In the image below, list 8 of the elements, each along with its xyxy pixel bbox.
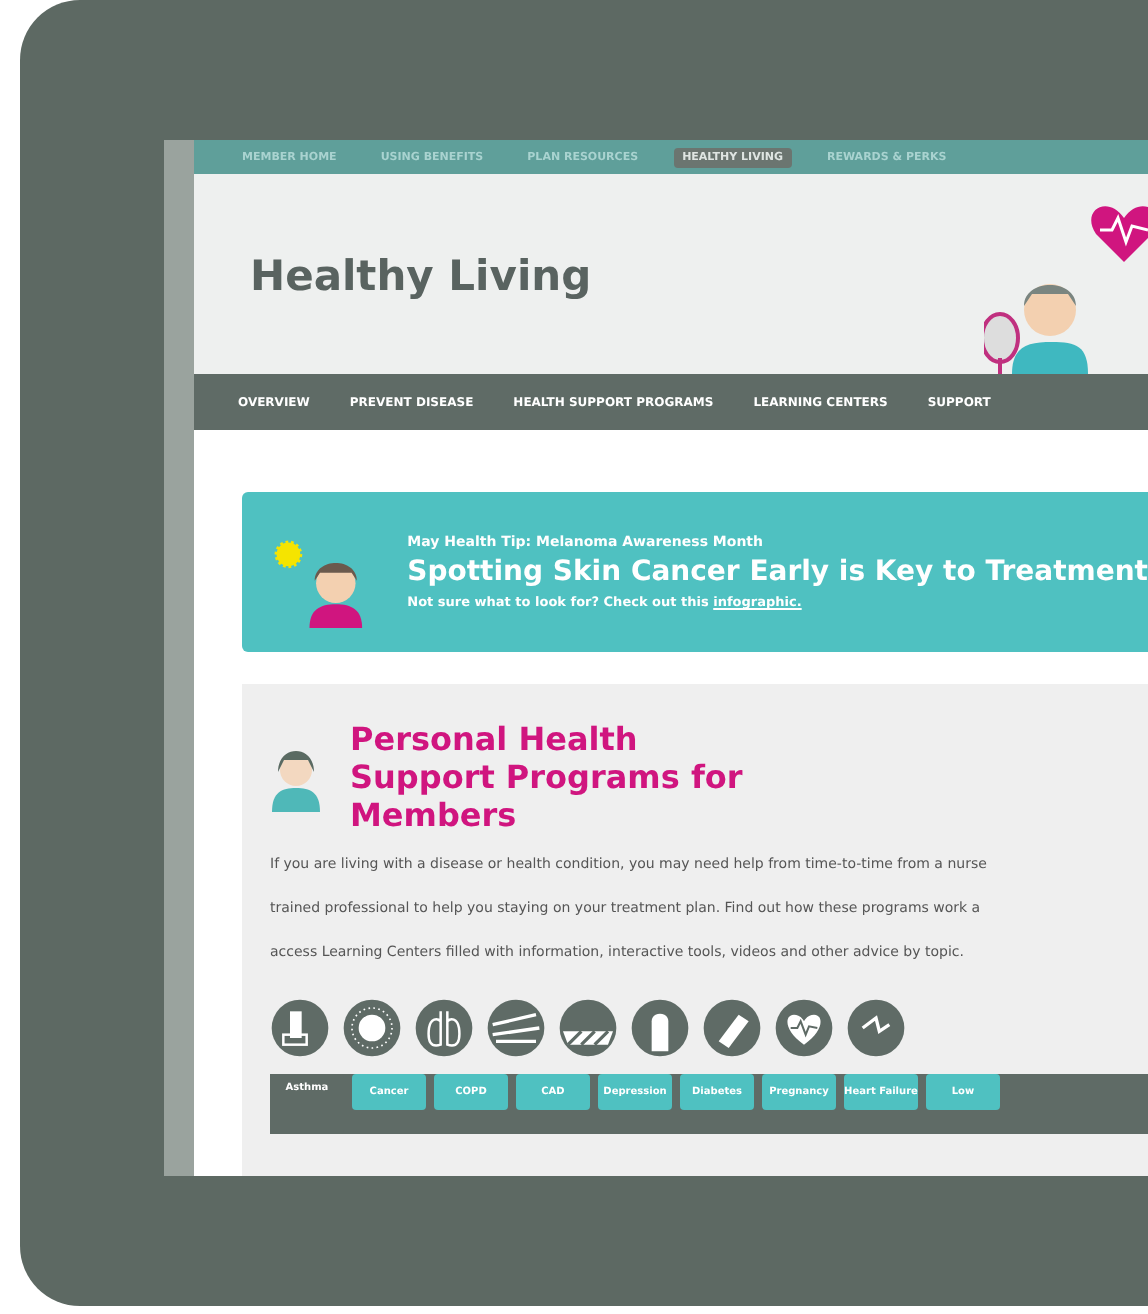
heart-pulse-icon[interactable]	[774, 998, 834, 1058]
tip-headline: Spotting Skin Cancer Early is Key to Treatment	[407, 556, 1148, 588]
page-title: Healthy Living	[250, 252, 592, 300]
inhaler-icon[interactable]	[270, 998, 330, 1058]
sun-burst-icon[interactable]	[342, 998, 402, 1058]
programs-heading: Personal Health Support Programs for Members	[350, 720, 745, 834]
finger-icon[interactable]	[630, 998, 690, 1058]
striped-half-circle-icon[interactable]	[558, 998, 618, 1058]
